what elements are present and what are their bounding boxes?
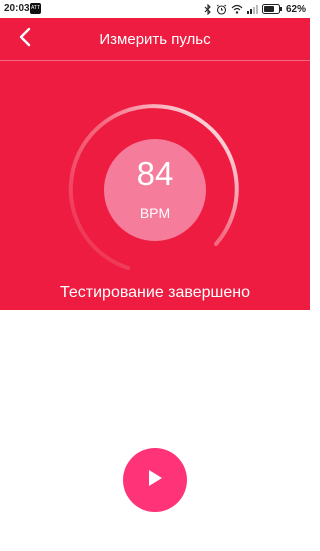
bpm-unit: BPM bbox=[139, 205, 171, 221]
test-status-text: Тестирование завершено bbox=[60, 284, 250, 301]
play-icon bbox=[146, 468, 164, 493]
pulse-gauge: 84 BPM bbox=[68, 103, 242, 277]
battery-percent: 62% bbox=[285, 3, 306, 15]
status-time: 20:03 bbox=[4, 3, 30, 14]
wifi-icon bbox=[231, 4, 243, 14]
page-title: Измерить пульс bbox=[99, 31, 211, 48]
heart-rate-screen: 20:03 ATT 62% Измерить пульс 84 BPM Тест… bbox=[0, 0, 310, 551]
header-divider bbox=[0, 60, 310, 61]
bluetooth-icon bbox=[204, 3, 212, 15]
battery-icon bbox=[261, 4, 282, 14]
pulse-circle: 84 BPM bbox=[104, 139, 206, 241]
measurement-panel: Измерить пульс 84 BPM Тестирование завер… bbox=[0, 18, 310, 310]
signal-icon bbox=[246, 4, 258, 14]
app-bar: Измерить пульс bbox=[0, 18, 310, 60]
play-button[interactable] bbox=[123, 448, 187, 512]
status-icons: 62% bbox=[204, 2, 306, 16]
status-bar: 20:03 ATT 62% bbox=[0, 0, 310, 18]
notification-app-icon: ATT bbox=[30, 3, 41, 14]
bpm-value: 84 bbox=[136, 155, 174, 192]
alarm-icon bbox=[216, 4, 227, 15]
